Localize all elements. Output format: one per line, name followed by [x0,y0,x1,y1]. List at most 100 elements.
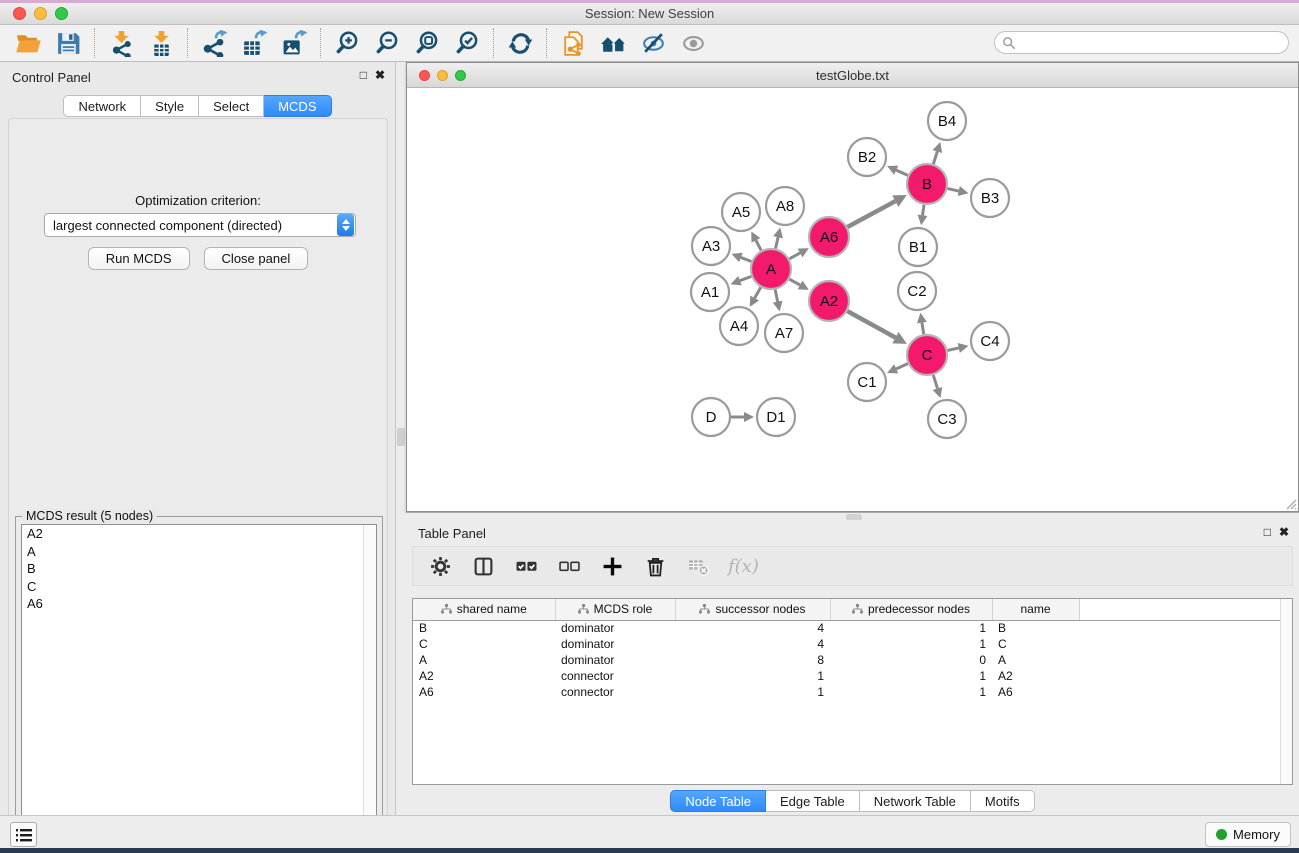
graph-node-A1[interactable]: A1 [691,273,729,311]
tab-network-table[interactable]: Network Table [860,790,971,812]
run-mcds-button[interactable]: Run MCDS [88,247,190,270]
import-network-button[interactable] [101,27,141,59]
zoom-selected-button[interactable] [447,27,487,59]
graph-node-D1[interactable]: D1 [757,398,795,436]
panel-splitter-handle[interactable] [397,428,405,446]
graph-edge-B-B2[interactable] [896,170,908,175]
table-cell[interactable]: A [992,652,1079,668]
table-cell[interactable]: connector [555,684,675,700]
function-builder-button[interactable]: f(x) [728,553,759,579]
column-header-predecessor-nodes[interactable]: predecessor nodes [830,599,992,620]
save-session-button[interactable] [48,27,88,59]
hide-details-button[interactable] [633,27,673,59]
graph-edge-A-A8[interactable] [776,237,779,248]
table-cell[interactable]: connector [555,668,675,684]
graph-node-A4[interactable]: A4 [720,307,758,345]
window-resize-grip[interactable] [1285,498,1297,510]
deselect-all-button[interactable] [556,553,582,579]
table-cell[interactable]: A6 [992,684,1079,700]
table-cell[interactable]: A6 [413,684,555,700]
graph-node-B[interactable]: B [907,164,947,204]
network-canvas[interactable]: AA1A2A3A4A5A6A7A8BB1B2B3B4CC1C2C3C4DD1 [407,88,1298,511]
table-cell[interactable]: A [413,652,555,668]
column-header-shared-name[interactable]: shared name [413,599,555,620]
table-cell[interactable]: dominator [555,620,675,636]
export-network-button[interactable] [194,27,234,59]
show-columns-button[interactable] [470,553,496,579]
table-cell[interactable]: 1 [830,636,992,652]
graph-node-A6[interactable]: A6 [809,217,849,257]
graph-edge-C-C4[interactable] [947,348,958,351]
horizontal-splitter[interactable] [406,512,1299,520]
graph-edge-A-A4[interactable] [755,287,761,298]
table-cell[interactable]: B [413,620,555,636]
graph-node-D[interactable]: D [692,398,730,436]
column-header-mcds-role[interactable]: MCDS role [555,599,675,620]
table-row[interactable]: A2connector11A2 [413,668,1292,684]
graph-edge-B-B4[interactable] [933,151,937,163]
close-panel-button[interactable]: Close panel [204,247,309,270]
graph-node-A5[interactable]: A5 [722,193,760,231]
import-table-button[interactable] [141,27,181,59]
show-log-button[interactable] [10,822,37,847]
zoom-out-button[interactable] [367,27,407,59]
refresh-layout-button[interactable] [500,27,540,59]
search-input[interactable] [1016,36,1288,50]
close-panel-icon[interactable]: ✖ [375,68,385,82]
close-table-panel-icon[interactable]: ✖ [1279,525,1289,539]
graph-node-C3[interactable]: C3 [928,400,966,438]
table-row[interactable]: A6connector11A6 [413,684,1292,700]
memory-button[interactable]: Memory [1205,822,1291,847]
graph-node-B2[interactable]: B2 [848,138,886,176]
table-row[interactable]: Cdominator41C [413,636,1292,652]
mcds-result-item[interactable]: B [22,560,376,578]
export-table-button[interactable] [234,27,274,59]
graph-edge-A-A2[interactable] [789,279,800,285]
graph-edge-B-B3[interactable] [947,189,958,192]
graph-node-C4[interactable]: C4 [971,322,1009,360]
mcds-result-list[interactable]: A2ABCA6 [21,524,377,853]
table-cell[interactable]: C [992,636,1079,652]
table-cell[interactable]: C [413,636,555,652]
graph-edge-C-C2[interactable] [922,323,924,335]
graph-node-C[interactable]: C [907,335,947,375]
graph-edge-A6-B[interactable] [847,201,895,227]
graph-node-A3[interactable]: A3 [692,227,730,265]
table-row[interactable]: Adominator80A [413,652,1292,668]
graph-node-B4[interactable]: B4 [928,102,966,140]
tab-motifs[interactable]: Motifs [971,790,1035,812]
tab-mcds[interactable]: MCDS [264,95,331,117]
zoom-in-button[interactable] [327,27,367,59]
table-cell[interactable]: 1 [675,684,830,700]
select-all-button[interactable] [513,553,539,579]
show-details-button[interactable] [673,27,713,59]
table-cell[interactable]: dominator [555,636,675,652]
table-cell[interactable]: dominator [555,652,675,668]
table-cell[interactable]: 4 [675,620,830,636]
copy-network-button[interactable] [553,27,593,59]
float-panel-icon[interactable]: □ [360,68,367,82]
graph-edge-A-A3[interactable] [741,257,752,261]
graph-edge-C-C3[interactable] [933,375,937,388]
graph-edge-C-C1[interactable] [896,364,908,369]
graph-edge-B-B1[interactable] [923,205,925,216]
tab-node-table[interactable]: Node Table [670,790,766,812]
mcds-result-item[interactable]: C [22,578,376,596]
table-cell[interactable]: A2 [992,668,1079,684]
column-header-name[interactable]: name [992,599,1079,620]
graph-edge-A-A6[interactable] [789,253,800,259]
table-cell[interactable]: B [992,620,1079,636]
table-cell[interactable]: 8 [675,652,830,668]
table-cell[interactable]: A2 [413,668,555,684]
delete-table-button[interactable] [685,553,711,579]
table-cell[interactable]: 1 [830,620,992,636]
column-header-successor-nodes[interactable]: successor nodes [675,599,830,620]
mcds-result-item[interactable]: A [22,543,376,561]
graph-node-A7[interactable]: A7 [765,314,803,352]
graph-node-C2[interactable]: C2 [898,272,936,310]
graph-node-B1[interactable]: B1 [899,228,937,266]
tab-edge-table[interactable]: Edge Table [766,790,860,812]
table-cell[interactable]: 1 [830,684,992,700]
table-options-button[interactable] [427,553,453,579]
home-view-button[interactable] [593,27,633,59]
